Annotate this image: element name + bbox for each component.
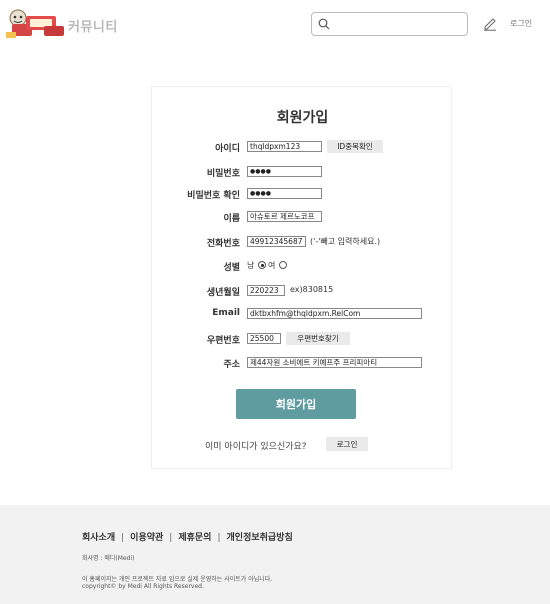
gender-female-radio[interactable] xyxy=(279,261,287,269)
id-label: 아이디 xyxy=(215,144,240,154)
birth-hint: ex)830815 xyxy=(290,285,334,294)
search-icon xyxy=(318,18,330,30)
site-name[interactable]: 커뮤니티 xyxy=(68,16,118,35)
signup-button[interactable]: 회원가입 xyxy=(236,389,356,419)
login-button[interactable]: 로그인 xyxy=(326,437,368,451)
footer-link-privacy[interactable]: 개인정보취급방침 xyxy=(227,533,293,543)
page-title: 회원가입 xyxy=(276,110,329,126)
search-box[interactable] xyxy=(311,12,468,36)
phone-field[interactable]: 49912345687 xyxy=(247,236,306,247)
login-link[interactable]: 로그인 xyxy=(510,18,532,29)
password-confirm-label: 비밀번호 확인 xyxy=(187,191,240,201)
id-field[interactable]: thqldpxm123 xyxy=(247,141,322,152)
gender-male-label: 남 xyxy=(247,261,255,270)
search-input[interactable] xyxy=(334,16,462,32)
site-header: 커뮤니티 로그인 xyxy=(0,0,550,48)
id-check-button[interactable]: ID중복확인 xyxy=(327,140,383,153)
footer-divider: | xyxy=(169,533,173,543)
footer-divider: | xyxy=(121,533,125,543)
name-label: 이름 xyxy=(223,214,240,224)
gender-label: 성별 xyxy=(223,263,240,273)
zipcode-field[interactable]: 25500 xyxy=(247,333,281,344)
footer-link-terms[interactable]: 이용약관 xyxy=(130,533,163,543)
address-label: 주소 xyxy=(223,360,240,370)
birth-label: 생년월일 xyxy=(206,288,240,298)
footer-company: 회사명 : 메디(Medi) xyxy=(82,555,135,562)
footer-link-partnership[interactable]: 제휴문의 xyxy=(178,533,211,543)
gender-male-radio[interactable] xyxy=(258,261,266,269)
signup-card: 회원가입 아이디 thqldpxm123 ID중복확인 비밀번호 ●●●● 비밀… xyxy=(151,86,452,469)
email-label: Email xyxy=(212,308,240,318)
email-field[interactable]: dktbxhfm@thqldpxm.RelCom xyxy=(247,308,422,319)
footer-notice: 이 홈페이지는 개인 프로젝트 자료 임으로 실제 운영하는 사이트가 아닙니다… xyxy=(82,576,273,583)
password-field[interactable]: ●●●● xyxy=(247,166,322,177)
password-confirm-field[interactable]: ●●●● xyxy=(247,188,322,199)
password-label: 비밀번호 xyxy=(206,169,240,179)
birth-field[interactable]: 220223 xyxy=(247,285,285,296)
zipcode-label: 우편번호 xyxy=(206,336,240,346)
phone-hint: ('-'빼고 입력하세요.) xyxy=(310,237,381,246)
address-field[interactable]: 제44자원 소비에트 키예프주 프리피아티 xyxy=(247,357,422,368)
footer-link-about[interactable]: 회사소개 xyxy=(82,533,115,543)
zipcode-search-button[interactable]: 우편번호찾기 xyxy=(286,332,350,345)
gender-female-label: 여 xyxy=(268,261,276,270)
have-account-text: 이미 아이디가 있으신가요? xyxy=(205,442,307,452)
site-footer: 회사소개 | 이용약관 | 제휴문의 | 개인정보취급방침 회사명 : 메디(Medi) 이… xyxy=(0,505,550,604)
footer-copyright: copyright© by Medi All Rights Reserved. xyxy=(82,583,204,590)
footer-divider: | xyxy=(217,533,221,543)
footer-links: 회사소개 | 이용약관 | 제휴문의 | 개인정보취급방침 xyxy=(82,530,293,543)
phone-label: 전화번호 xyxy=(206,239,240,249)
name-field[interactable]: 아슈토르 제르노코프 xyxy=(247,211,322,222)
medi-logo[interactable] xyxy=(4,6,66,40)
pencil-icon[interactable] xyxy=(482,15,498,31)
